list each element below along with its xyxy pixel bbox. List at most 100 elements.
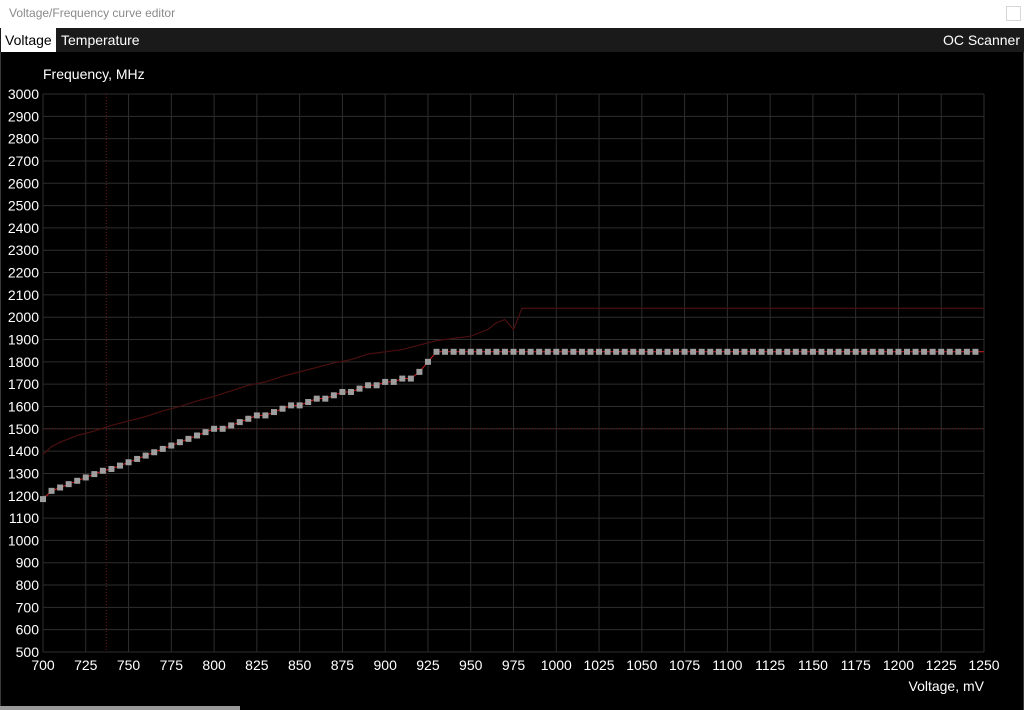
curve-point — [159, 445, 166, 452]
curve-point — [339, 388, 346, 395]
curve-point — [604, 348, 611, 355]
y-tick-label: 1300 — [8, 465, 39, 481]
curve-point — [399, 375, 406, 382]
x-tick-label: 1175 — [841, 657, 871, 673]
curve-point — [116, 462, 123, 469]
curve-point — [544, 348, 551, 355]
x-tick-label: 750 — [117, 657, 141, 673]
curve-point — [647, 348, 654, 355]
y-tick-label: 1500 — [8, 421, 39, 437]
curve-point — [809, 348, 816, 355]
curve-point — [596, 348, 603, 355]
y-tick-label: 1900 — [8, 332, 39, 348]
x-tick-label: 1050 — [626, 657, 657, 673]
curve-point — [185, 435, 192, 442]
curve-point — [433, 348, 440, 355]
curve-point — [57, 484, 64, 491]
curve-point — [724, 348, 731, 355]
curve-point — [886, 348, 893, 355]
curve-point — [219, 425, 226, 432]
x-tick-label: 1075 — [669, 657, 700, 673]
curve-point — [279, 405, 286, 412]
x-tick-label: 775 — [160, 657, 184, 673]
x-tick-label: 1250 — [968, 657, 999, 673]
x-tick-label: 1125 — [755, 657, 785, 673]
y-tick-label: 2100 — [8, 287, 39, 303]
oc-scanner-button[interactable]: OC Scanner — [939, 28, 1024, 52]
x-tick-label: 850 — [288, 657, 312, 673]
y-tick-label: 2000 — [8, 309, 39, 325]
x-tick-label: 1150 — [798, 657, 828, 673]
curve-point — [322, 395, 329, 402]
curve-point — [775, 348, 782, 355]
curve-point — [561, 348, 568, 355]
horizontal-scrollbar[interactable] — [0, 706, 240, 710]
curve-point — [125, 459, 132, 466]
curve-point — [262, 412, 269, 419]
vf-curve-chart[interactable]: 700 725 750 775 800 825 850 875 900 925 950 975 1000… — [0, 52, 1024, 706]
curve-point — [424, 358, 431, 365]
y-tick-label: 1000 — [8, 532, 39, 548]
curve-point — [827, 348, 834, 355]
x-axis-label: Voltage, mV — [909, 678, 985, 694]
y-tick-label: 700 — [16, 599, 40, 615]
tab-voltage[interactable]: Voltage — [1, 28, 56, 52]
curve-point — [416, 368, 423, 375]
curve-point — [382, 378, 389, 385]
curve-point — [74, 477, 81, 484]
y-tick-label: 500 — [16, 644, 40, 660]
curve-point — [878, 348, 885, 355]
curve-point — [707, 348, 714, 355]
curve-point — [202, 429, 209, 436]
curve-point — [356, 385, 363, 392]
curve-point — [895, 348, 902, 355]
curve-point — [253, 412, 260, 419]
curve-point — [442, 348, 449, 355]
y-tick-label: 1700 — [8, 376, 39, 392]
title-bar: Voltage/Frequency curve editor — [0, 0, 1024, 28]
curve-point — [715, 348, 722, 355]
curve-point — [536, 348, 543, 355]
x-tick-label: 1200 — [883, 657, 914, 673]
curve-point — [852, 348, 859, 355]
curve-point — [655, 348, 662, 355]
curve-point — [801, 348, 808, 355]
curve-point — [784, 348, 791, 355]
curve-point — [313, 395, 320, 402]
y-axis-label: Frequency, MHz — [43, 66, 145, 82]
curve-point — [818, 348, 825, 355]
curve-points — [40, 348, 979, 503]
curve-point — [510, 348, 517, 355]
curve-point — [467, 348, 474, 355]
y-tick-label: 2200 — [8, 265, 39, 281]
curve-point — [168, 442, 175, 449]
curve-point — [621, 348, 628, 355]
curve-point — [741, 348, 748, 355]
y-tick-label: 3000 — [8, 86, 39, 102]
curve-point — [151, 449, 158, 456]
curve-point — [236, 419, 243, 426]
y-tick-label: 1100 — [9, 510, 39, 526]
x-tick-label: 950 — [459, 657, 483, 673]
close-button[interactable] — [1006, 6, 1021, 21]
curve-point — [792, 348, 799, 355]
curve-point — [972, 348, 979, 355]
tab-temperature[interactable]: Temperature — [57, 28, 144, 52]
curve-point — [844, 348, 851, 355]
x-tick-label: 1100 — [712, 657, 742, 673]
curve-point — [673, 348, 680, 355]
curve-point — [288, 402, 295, 409]
curve-point — [921, 348, 928, 355]
curve-point — [407, 375, 414, 382]
curve-point — [245, 415, 252, 422]
curve-point — [946, 348, 953, 355]
y-tick-label: 1600 — [8, 398, 39, 414]
x-tick-label: 975 — [502, 657, 526, 673]
curve-point — [347, 388, 354, 395]
y-tick-label: 2900 — [8, 108, 39, 124]
y-tick-label: 2400 — [8, 220, 39, 236]
chart-grid — [42, 93, 985, 653]
curve-point — [587, 348, 594, 355]
curve-point — [270, 409, 277, 416]
curve-point — [91, 471, 98, 478]
